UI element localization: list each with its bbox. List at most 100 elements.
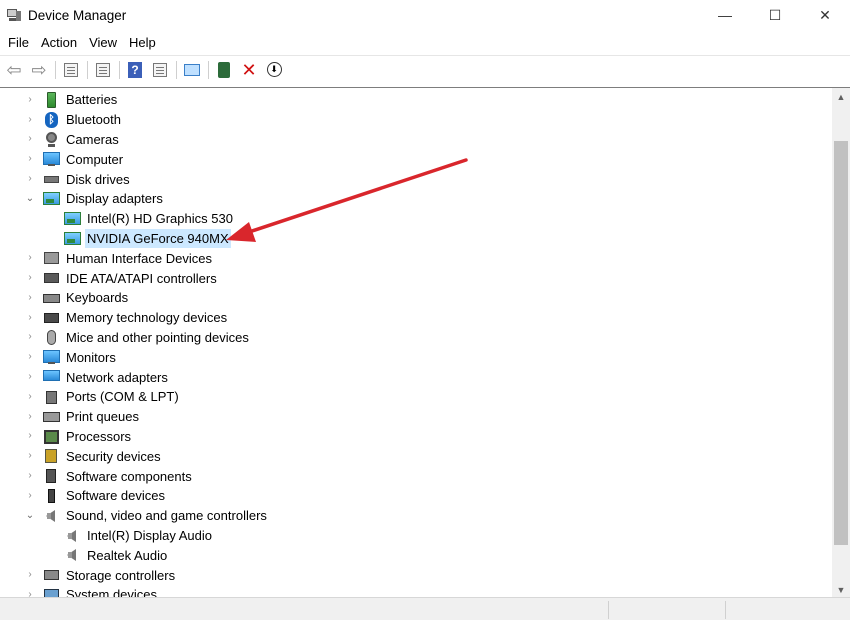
tree-category[interactable]: › Software components [0, 466, 832, 486]
tree-category[interactable]: › Keyboards [0, 288, 832, 308]
expand-chevron-icon[interactable]: › [25, 391, 35, 402]
enable-device-button[interactable]: ⬇ [262, 59, 286, 81]
toolbar-divider [208, 60, 209, 79]
expand-chevron-icon[interactable]: › [25, 174, 35, 184]
tree-category[interactable]: › Monitors [0, 347, 832, 367]
expand-chevron-icon[interactable]: › [25, 411, 35, 422]
status-bar [0, 597, 850, 620]
download-arrow-icon: ⬇ [266, 62, 282, 77]
security-device-icon [43, 448, 60, 464]
tree-item-label: Cameras [66, 131, 119, 147]
expand-chevron-icon[interactable]: › [25, 134, 35, 144]
expand-chevron-icon[interactable]: › [25, 312, 35, 323]
back-button[interactable]: ⇦ [2, 59, 26, 81]
forward-button[interactable]: ⇨ [27, 59, 51, 81]
tree-category[interactable]: › Security devices [0, 446, 832, 466]
collapse-chevron-icon[interactable]: ⌄ [25, 193, 35, 204]
expand-chevron-icon[interactable]: › [25, 471, 35, 481]
tree-category[interactable]: › Human Interface Devices [0, 248, 832, 268]
expand-chevron-icon[interactable]: › [25, 490, 35, 501]
tree-item-label: System devices [66, 587, 158, 597]
tree-category[interactable]: › Ports (COM & LPT) [0, 387, 832, 407]
tree-item-label: Ports (COM & LPT) [66, 389, 179, 405]
expand-chevron-icon[interactable]: › [25, 94, 35, 105]
title-bar: Device Manager — ☐ ✕ [0, 0, 850, 30]
scrollbar-thumb[interactable] [834, 141, 848, 545]
expand-chevron-icon[interactable]: › [25, 273, 35, 283]
expand-chevron-icon[interactable]: › [25, 332, 35, 342]
window-title: Device Manager [28, 7, 127, 23]
device-manager-icon [6, 7, 22, 23]
maximize-button[interactable]: ☐ [750, 0, 800, 30]
toolbar-divider [87, 60, 88, 79]
expand-chevron-icon[interactable]: › [25, 114, 35, 125]
network-adapter-icon [43, 369, 60, 385]
menu-help[interactable]: Help [123, 33, 162, 53]
show-hide-action-pane-button[interactable] [148, 59, 172, 81]
tree-category[interactable]: › Disk drives [0, 169, 832, 189]
expand-chevron-icon[interactable]: › [25, 431, 35, 441]
expand-chevron-icon[interactable]: › [25, 451, 35, 461]
menu-action[interactable]: Action [35, 33, 83, 53]
help-button[interactable]: ? [123, 59, 147, 81]
tree-device[interactable]: Intel(R) Display Audio [0, 526, 832, 546]
tree-item-label: Batteries [66, 92, 118, 108]
tree-category[interactable]: ⌄ Display adapters [0, 189, 832, 209]
update-driver-button[interactable] [212, 59, 236, 81]
display-adapter-icon [64, 231, 81, 247]
collapse-chevron-icon[interactable]: ⌄ [25, 510, 35, 521]
expand-chevron-icon[interactable]: › [25, 253, 35, 263]
tree-category[interactable]: › System devices [0, 585, 832, 597]
properties-button[interactable] [91, 59, 115, 81]
toolbar-divider [119, 60, 120, 79]
uninstall-device-button[interactable]: ✕ [237, 59, 261, 81]
tree-category[interactable]: › Cameras [0, 130, 832, 150]
mouse-icon [43, 329, 60, 346]
port-icon [43, 389, 60, 405]
tree-category[interactable]: › Memory technology devices [0, 308, 832, 328]
expand-chevron-icon[interactable]: › [25, 570, 35, 580]
expand-chevron-icon[interactable]: › [25, 154, 35, 164]
speaker-icon [64, 547, 81, 563]
device-tree-pane: › Batteries › ᛒ Bluetooth › Cameras › Computer › D… [0, 87, 850, 597]
tree-category[interactable]: › Print queues [0, 407, 832, 427]
tree-category[interactable]: › Computer [0, 149, 832, 169]
tree-item-label: Intel(R) Display Audio [87, 527, 212, 543]
tree-category[interactable]: › Network adapters [0, 367, 832, 387]
tree-device[interactable]: NVIDIA GeForce 940MX [0, 228, 832, 249]
toolbar-divider [176, 60, 177, 79]
tree-item-label: Mice and other pointing devices [66, 329, 249, 345]
scan-hardware-button[interactable] [180, 59, 204, 81]
scroll-up-icon[interactable]: ▲ [832, 88, 850, 105]
tree-item-label: Software devices [66, 488, 165, 504]
expand-chevron-icon[interactable]: › [25, 589, 35, 597]
uninstall-icon: ✕ [241, 59, 257, 80]
show-hide-console-tree-button[interactable] [59, 59, 83, 81]
tree-category[interactable]: › ᛒ Bluetooth [0, 110, 832, 130]
expand-chevron-icon[interactable]: › [25, 352, 35, 362]
tree-category[interactable]: › Mice and other pointing devices [0, 328, 832, 348]
tree-category[interactable]: › Batteries [0, 90, 832, 110]
scroll-down-icon[interactable]: ▼ [832, 581, 850, 597]
tree-category[interactable]: ⌄ Sound, video and game controllers [0, 506, 832, 526]
tree-device[interactable]: Intel(R) HD Graphics 530 [0, 209, 832, 229]
minimize-button[interactable]: — [700, 0, 750, 30]
tree-device[interactable]: Realtek Audio [0, 545, 832, 565]
display-adapter-icon [43, 191, 60, 207]
camera-icon [43, 131, 60, 148]
tree-category[interactable]: › Processors [0, 427, 832, 447]
expand-chevron-icon[interactable]: › [25, 372, 35, 382]
tree-category[interactable]: › IDE ATA/ATAPI controllers [0, 268, 832, 288]
monitor-icon [43, 151, 60, 167]
hid-icon [43, 250, 60, 266]
menu-file[interactable]: File [2, 33, 35, 53]
disk-drive-icon [43, 171, 60, 187]
status-divider [725, 601, 726, 619]
tree-item-label: Processors [66, 428, 132, 444]
menu-view[interactable]: View [83, 33, 123, 53]
tree-category[interactable]: › Storage controllers [0, 565, 832, 585]
expand-chevron-icon[interactable]: › [25, 292, 35, 303]
vertical-scrollbar[interactable]: ▲ ▼ [832, 88, 850, 597]
tree-category[interactable]: › Software devices [0, 486, 832, 506]
close-button[interactable]: ✕ [800, 0, 850, 30]
